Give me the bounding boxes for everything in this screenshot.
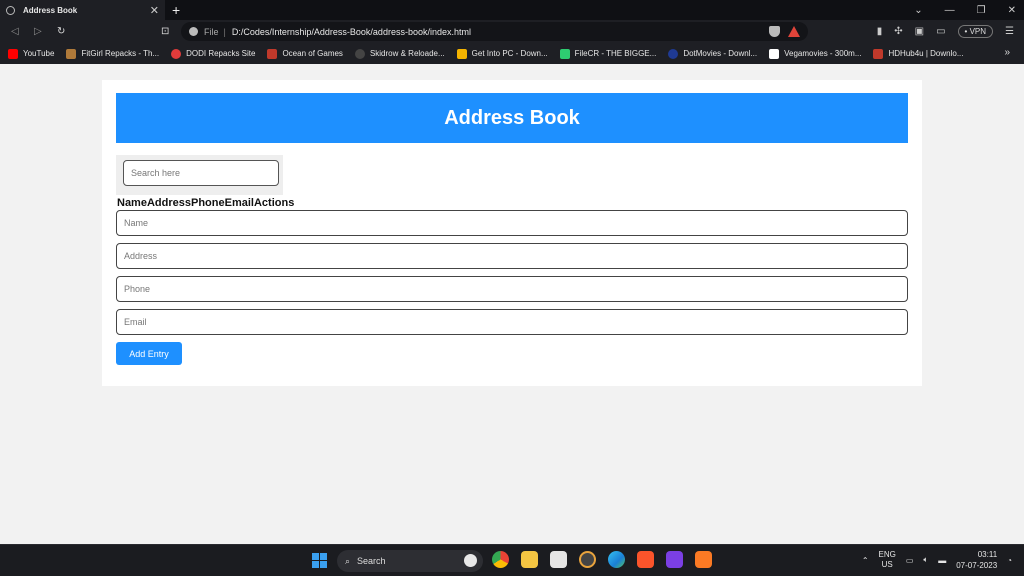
forward-icon[interactable]: ▷ xyxy=(34,26,46,37)
vegamovies-icon xyxy=(769,48,780,59)
brave-rewards-icon[interactable] xyxy=(788,26,800,37)
window-controls: ⌄ — ❐ ✕ xyxy=(914,0,1016,20)
column-header-actions: Actions xyxy=(253,197,295,209)
bookmark-item[interactable]: Skidrow & Reloade... xyxy=(354,48,445,59)
file-explorer-icon[interactable] xyxy=(521,551,538,568)
browser-tab-address-book[interactable]: Address Book ✕ xyxy=(0,0,165,20)
phone-field[interactable] xyxy=(116,276,908,302)
reload-icon[interactable]: ↻ xyxy=(57,26,69,37)
ocean-of-games-icon xyxy=(267,48,278,59)
dodi-icon xyxy=(171,48,182,59)
column-header-name: Name xyxy=(117,197,147,209)
info-icon[interactable] xyxy=(189,27,198,36)
language-indicator[interactable]: ENG US xyxy=(879,550,896,570)
close-window-icon[interactable]: ✕ xyxy=(1008,5,1016,16)
browser-tab-bar: Address Book ✕ + ⌄ — ❐ ✕ xyxy=(0,0,1024,20)
add-entry-button[interactable]: Add Entry xyxy=(116,342,182,365)
brave-shield-icon[interactable] xyxy=(769,26,780,37)
hdhub4u-icon xyxy=(873,48,884,59)
chrome-icon[interactable] xyxy=(492,551,509,568)
app-icon-purple[interactable] xyxy=(666,551,683,568)
page-viewport: Address Book Name Address Phone Email Ac… xyxy=(0,64,1024,544)
brave-icon[interactable] xyxy=(637,551,654,568)
battery-icon[interactable]: ▬ xyxy=(938,556,946,565)
tab-close-icon[interactable]: ✕ xyxy=(150,4,159,17)
taskbar-search-label: Search xyxy=(357,556,386,566)
filecr-icon xyxy=(559,48,570,59)
system-tray: ⌃ ENG US ▭ 🔈︎ ▬ 03:11 07-07-2023 ◔ xyxy=(862,549,1012,571)
search-container xyxy=(116,155,283,195)
column-header-address: Address xyxy=(146,197,191,209)
bookmark-item[interactable]: Get Into PC - Down... xyxy=(456,48,548,59)
bookmarks-overflow-button[interactable]: » xyxy=(1004,47,1010,58)
bookmark-item[interactable]: FileCR - THE BIGGE... xyxy=(559,48,656,59)
new-tab-button[interactable]: + xyxy=(172,2,180,18)
page-title: Address Book xyxy=(116,93,908,143)
url-scheme-label: File xyxy=(204,26,219,37)
dotmovies-icon xyxy=(668,48,679,59)
bing-icon[interactable] xyxy=(464,554,477,567)
url-separator: | xyxy=(223,26,226,37)
toolbar-actions: ▮ ✣ ▣ ▭ • VPN ☰ xyxy=(877,22,1014,41)
column-header-email: Email xyxy=(224,197,254,209)
bookmark-item[interactable]: YouTube xyxy=(8,48,54,59)
windows-taskbar: ⌕ Search ⌃ ENG US ▭ 🔈︎ ▬ 03:11 07-07-202… xyxy=(0,544,1024,576)
getintopc-icon xyxy=(456,48,467,59)
xampp-icon[interactable] xyxy=(695,551,712,568)
bookmarks-bar: YouTube FitGirl Repacks - Th... DODI Rep… xyxy=(0,43,1024,64)
bookmark-item[interactable]: DotMovies - Downl... xyxy=(668,48,757,59)
bookmark-item[interactable]: HDHub4u | Downlo... xyxy=(873,48,963,59)
url-text[interactable]: D:/Codes/Internship/Address-Book/address… xyxy=(232,27,471,37)
volume-icon[interactable]: 🔈︎ xyxy=(923,555,928,565)
search-input[interactable] xyxy=(123,160,279,186)
vpn-button[interactable]: • VPN xyxy=(957,25,994,38)
back-icon[interactable]: ◁ xyxy=(11,26,23,37)
sidebar-icon[interactable]: ▣ xyxy=(915,26,924,37)
wallet-icon[interactable]: ▭ xyxy=(936,26,945,37)
tab-title: Address Book xyxy=(23,5,78,15)
bookmark-item[interactable]: FitGirl Repacks - Th... xyxy=(66,48,159,59)
skidrow-icon xyxy=(354,48,365,59)
bookmark-item[interactable]: Vegamovies - 300m... xyxy=(769,48,861,59)
address-book-card: Address Book Name Address Phone Email Ac… xyxy=(102,80,922,386)
youtube-icon xyxy=(8,48,18,59)
microsoft-store-icon[interactable] xyxy=(550,551,567,568)
table-header: Name Address Phone Email Actions xyxy=(117,197,294,209)
browser-toolbar: ◁ ▷ ↻ ⊡ File | D:/Codes/Internship/Addre… xyxy=(0,20,1024,43)
taskbar-search[interactable]: ⌕ Search xyxy=(337,550,483,572)
address-field[interactable] xyxy=(116,243,908,269)
column-header-phone: Phone xyxy=(191,197,225,209)
bookmark-item[interactable]: Ocean of Games xyxy=(267,48,343,59)
address-bar[interactable]: File | D:/Codes/Internship/Address-Book/… xyxy=(181,22,808,41)
bookmark-item[interactable]: DODI Repacks Site xyxy=(171,48,255,59)
extension-pin-icon[interactable]: ▮ xyxy=(877,26,883,37)
tray-overflow-icon[interactable]: ⌃ xyxy=(862,556,869,565)
edge-icon[interactable] xyxy=(608,551,625,568)
search-icon: ⌕ xyxy=(345,555,351,566)
clock[interactable]: 03:11 07-07-2023 xyxy=(956,549,997,571)
name-field[interactable] xyxy=(116,210,908,236)
taskbar-apps xyxy=(492,551,712,568)
minimize-icon[interactable]: — xyxy=(945,5,955,16)
restore-icon[interactable]: ❐ xyxy=(977,5,986,16)
email-field[interactable] xyxy=(116,309,908,335)
notifications-icon[interactable]: ◔ xyxy=(1007,556,1012,565)
network-icon[interactable]: ▭ xyxy=(906,556,914,565)
windows-start-icon[interactable] xyxy=(312,553,327,568)
bookmark-icon[interactable]: ⊡ xyxy=(161,26,169,37)
extensions-icon[interactable]: ✣ xyxy=(894,26,902,37)
globe-icon xyxy=(6,5,15,15)
tab-search-icon[interactable]: ⌄ xyxy=(914,5,922,16)
fitgirl-icon xyxy=(66,48,77,59)
menu-icon[interactable]: ☰ xyxy=(1005,26,1014,37)
media-player-icon[interactable] xyxy=(579,551,596,568)
